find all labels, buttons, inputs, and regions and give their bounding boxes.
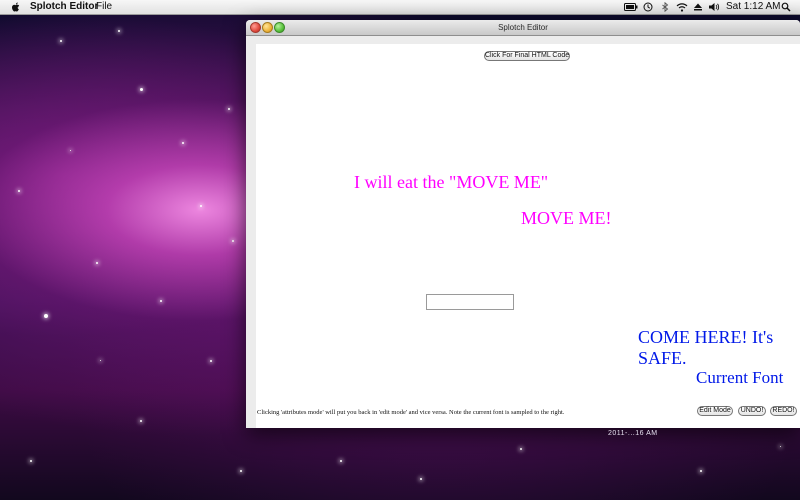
star bbox=[340, 460, 342, 462]
star bbox=[520, 448, 522, 450]
star bbox=[30, 460, 32, 462]
redo-button[interactable]: REDO! bbox=[770, 406, 797, 416]
hint-text: Clicking 'attributes mode' will put you … bbox=[257, 409, 565, 416]
window-titlebar[interactable]: Splotch Editor bbox=[246, 20, 800, 36]
star bbox=[70, 150, 71, 151]
time-machine-icon[interactable] bbox=[643, 2, 653, 12]
star bbox=[44, 314, 48, 318]
star bbox=[96, 262, 98, 264]
current-font-sample: Current Font bbox=[696, 368, 784, 387]
star bbox=[700, 470, 702, 472]
eject-icon[interactable] bbox=[693, 2, 703, 12]
star bbox=[118, 30, 120, 32]
menu-clock[interactable]: Sat 1:12 AM bbox=[726, 1, 780, 13]
final-html-code-button[interactable]: Click For Final HTML Code bbox=[484, 51, 570, 61]
spotlight-icon[interactable] bbox=[781, 2, 791, 12]
star bbox=[60, 40, 62, 42]
star bbox=[232, 240, 234, 242]
editor-canvas[interactable]: Click For Final HTML Code I will eat the… bbox=[256, 44, 800, 428]
eat-move-me-text[interactable]: I will eat the "MOVE ME" bbox=[354, 172, 548, 193]
bluetooth-icon[interactable] bbox=[660, 2, 670, 12]
menu-app-name[interactable]: Splotch Editor bbox=[30, 1, 98, 13]
edit-mode-button[interactable]: Edit Mode bbox=[697, 406, 733, 416]
star bbox=[228, 108, 230, 110]
text-entry-field[interactable] bbox=[426, 294, 514, 310]
come-here-safe-text[interactable]: COME HERE! It's SAFE. bbox=[638, 327, 798, 369]
star bbox=[780, 446, 781, 447]
star bbox=[210, 360, 212, 362]
star bbox=[100, 360, 101, 361]
volume-icon[interactable] bbox=[708, 2, 720, 12]
star bbox=[240, 470, 242, 472]
battery-icon[interactable] bbox=[624, 2, 638, 12]
star bbox=[160, 300, 162, 302]
wifi-icon[interactable] bbox=[676, 2, 688, 12]
star bbox=[140, 88, 143, 91]
menu-bar: Splotch Editor File Sat 1:12 AM bbox=[0, 0, 800, 15]
menu-file[interactable]: File bbox=[96, 1, 112, 13]
star bbox=[200, 205, 202, 207]
undo-button[interactable]: UNDO! bbox=[738, 406, 766, 416]
apple-icon[interactable] bbox=[10, 1, 22, 13]
star bbox=[18, 190, 20, 192]
star bbox=[420, 478, 422, 480]
move-me-text[interactable]: MOVE ME! bbox=[521, 208, 612, 229]
star bbox=[140, 420, 142, 422]
star bbox=[182, 142, 184, 144]
desktop-file-label[interactable]: 2011-...16 AM bbox=[608, 430, 658, 437]
editor-window: Splotch Editor Click For Final HTML Code… bbox=[246, 20, 800, 428]
window-title: Splotch Editor bbox=[498, 23, 548, 32]
